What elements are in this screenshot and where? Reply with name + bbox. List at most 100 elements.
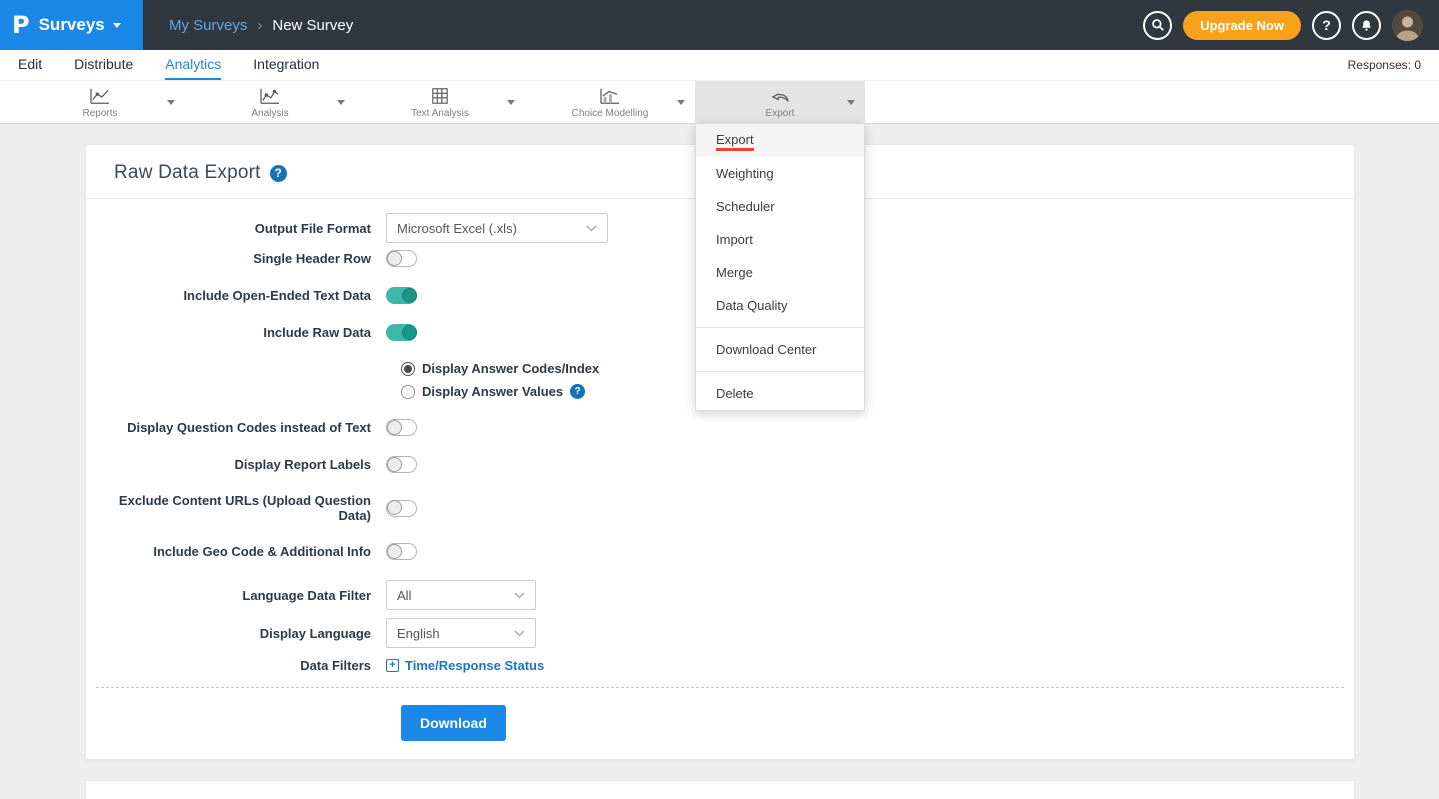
reports-chart-icon <box>89 86 111 106</box>
display-language-label: Display Language <box>86 626 386 641</box>
display-answer-values-radio[interactable] <box>401 385 415 399</box>
exclude-content-urls-toggle[interactable] <box>386 500 417 517</box>
breadcrumb-my-surveys[interactable]: My Surveys <box>169 17 247 34</box>
toolbar-reports-label: Reports <box>82 108 117 119</box>
search-icon[interactable] <box>1143 11 1172 40</box>
output-file-format-label: Output File Format <box>86 221 386 236</box>
menu-divider <box>696 327 864 328</box>
analytics-toolbar: Reports Analysis Text An <box>0 81 1439 124</box>
product-name: Surveys <box>39 15 105 35</box>
toggle-knob <box>387 251 402 266</box>
menu-item-download-center[interactable]: Download Center <box>696 333 864 366</box>
answer-display-radio-group: Display Answer Codes/Index Display Answe… <box>401 361 1354 399</box>
language-data-filter-value: All <box>397 588 411 603</box>
toggle-knob <box>387 457 402 472</box>
chevron-down-icon <box>113 23 121 28</box>
text-analysis-icon <box>430 86 450 106</box>
notifications-bell-icon[interactable] <box>1352 11 1381 40</box>
display-language-value: English <box>397 626 440 641</box>
time-response-status-label: Time/Response Status <box>405 658 544 673</box>
export-share-icon <box>769 86 791 106</box>
chevron-down-icon <box>514 630 525 637</box>
charts-analytics-export-card: Charts & Analytics Export ? <box>85 780 1355 799</box>
tab-integration[interactable]: Integration <box>253 50 319 80</box>
include-open-ended-toggle[interactable] <box>386 287 417 304</box>
topbar-actions: Upgrade Now ? <box>1143 10 1439 41</box>
display-answer-values-help-icon[interactable]: ? <box>570 384 585 399</box>
output-file-format-select[interactable]: Microsoft Excel (.xls) <box>386 213 608 243</box>
section-tabs: Edit Distribute Analytics Integration <box>18 50 319 80</box>
tab-distribute[interactable]: Distribute <box>74 50 133 80</box>
display-answer-codes-radio[interactable] <box>401 362 415 376</box>
help-icon[interactable]: ? <box>1312 11 1341 40</box>
question-codes-toggle[interactable] <box>386 419 417 436</box>
surveys-product-menu[interactable]: P Surveys <box>0 0 143 50</box>
toggle-knob <box>402 288 417 303</box>
menu-item-data-quality[interactable]: Data Quality <box>696 289 864 322</box>
chevron-down-icon[interactable] <box>677 100 685 105</box>
page: P Surveys My Surveys › New Survey Upgrad… <box>0 0 1439 799</box>
raw-data-export-help-icon[interactable]: ? <box>270 165 287 182</box>
toolbar-choice-modelling-label: Choice Modelling <box>572 108 649 119</box>
output-file-format-value: Microsoft Excel (.xls) <box>397 221 517 236</box>
chevron-down-icon[interactable] <box>847 100 855 105</box>
toolbar-text-analysis-label: Text Analysis <box>411 108 469 119</box>
language-data-filter-select[interactable]: All <box>386 580 536 610</box>
tab-edit[interactable]: Edit <box>18 50 42 80</box>
breadcrumb-separator: › <box>257 17 262 34</box>
toggle-knob <box>387 420 402 435</box>
toolbar-export-label: Export <box>766 108 795 119</box>
report-labels-toggle[interactable] <box>386 456 417 473</box>
chevron-down-icon <box>514 592 525 599</box>
user-avatar[interactable] <box>1392 10 1423 41</box>
exclude-content-urls-label: Exclude Content URLs (Upload Question Da… <box>86 493 386 523</box>
charts-analytics-export-header: Charts & Analytics Export ? <box>86 781 1354 799</box>
plus-icon: + <box>386 659 399 672</box>
questionpro-logo: P <box>12 11 30 39</box>
toolbar-analysis[interactable]: Analysis <box>185 81 355 123</box>
responses-count: Responses: 0 <box>1348 58 1421 72</box>
data-filters-label: Data Filters <box>86 658 386 673</box>
choice-modelling-icon <box>599 86 621 106</box>
display-answer-codes-label: Display Answer Codes/Index <box>422 361 599 376</box>
menu-item-merge[interactable]: Merge <box>696 256 864 289</box>
menu-item-scheduler[interactable]: Scheduler <box>696 190 864 223</box>
question-codes-label: Display Question Codes instead of Text <box>86 420 386 435</box>
section-tabs-bar: Edit Distribute Analytics Integration Re… <box>0 50 1439 81</box>
toggle-knob <box>387 500 402 515</box>
toolbar-choice-modelling[interactable]: Choice Modelling <box>525 81 695 123</box>
toolbar-reports[interactable]: Reports <box>15 81 185 123</box>
top-navigation-bar: P Surveys My Surveys › New Survey Upgrad… <box>0 0 1439 50</box>
chevron-down-icon[interactable] <box>167 100 175 105</box>
include-raw-data-toggle[interactable] <box>386 324 417 341</box>
analysis-chart-icon <box>259 86 281 106</box>
language-data-filter-label: Language Data Filter <box>86 588 386 603</box>
report-labels-label: Display Report Labels <box>86 457 386 472</box>
menu-item-export[interactable]: Export <box>696 124 864 157</box>
geo-code-toggle[interactable] <box>386 543 417 560</box>
geo-code-label: Include Geo Code & Additional Info <box>86 544 386 559</box>
chevron-down-icon[interactable] <box>507 100 515 105</box>
breadcrumb: My Surveys › New Survey <box>169 17 353 34</box>
menu-item-weighting[interactable]: Weighting <box>696 157 864 190</box>
toggle-knob <box>402 325 417 340</box>
time-response-status-link[interactable]: + Time/Response Status <box>386 658 544 673</box>
tab-analytics[interactable]: Analytics <box>165 50 221 80</box>
toolbar-text-analysis[interactable]: Text Analysis <box>355 81 525 123</box>
upgrade-now-button[interactable]: Upgrade Now <box>1183 11 1301 40</box>
download-button[interactable]: Download <box>401 705 506 741</box>
single-header-row-label: Single Header Row <box>86 251 386 266</box>
include-open-ended-label: Include Open-Ended Text Data <box>86 288 386 303</box>
chevron-down-icon[interactable] <box>337 100 345 105</box>
display-answer-values-label: Display Answer Values <box>422 384 563 399</box>
toggle-knob <box>387 544 402 559</box>
menu-divider <box>696 371 864 372</box>
menu-item-import[interactable]: Import <box>696 223 864 256</box>
toolbar-export[interactable]: Export <box>695 81 865 123</box>
chevron-down-icon <box>586 225 597 232</box>
single-header-row-toggle[interactable] <box>386 250 417 267</box>
raw-data-export-title: Raw Data Export <box>114 162 261 184</box>
menu-item-delete[interactable]: Delete <box>696 377 864 410</box>
include-raw-data-label: Include Raw Data <box>86 325 386 340</box>
display-language-select[interactable]: English <box>386 618 536 648</box>
